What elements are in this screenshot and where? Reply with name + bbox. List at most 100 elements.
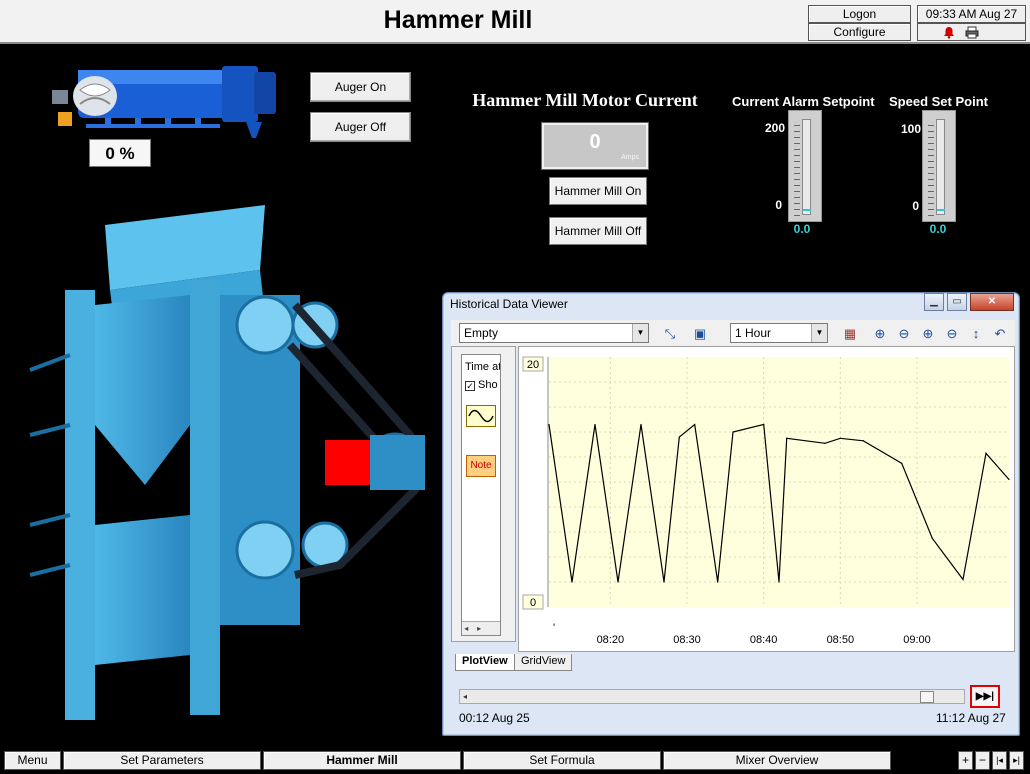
logon-button[interactable]: Logon (808, 5, 911, 23)
motor-current-unit: Amps (621, 154, 639, 161)
data-point (571, 581, 573, 583)
bottom-nav: Menu Set Parameters Hammer Mill Set Form… (0, 745, 1030, 774)
gauge-tick (794, 173, 800, 174)
close-button[interactable]: ✕ (970, 293, 1014, 311)
auger-off-button[interactable]: Auger Off (310, 112, 411, 142)
zoom-in-vertical-icon[interactable]: ⊕ (919, 325, 937, 343)
show-checkbox[interactable]: ✓ (465, 381, 475, 391)
motor-current-value: 0 (589, 131, 601, 153)
pen-properties-icon[interactable]: ⤡ (661, 325, 679, 343)
time-scrollbar[interactable]: ◂ (459, 689, 965, 704)
gauge-tick (928, 173, 934, 174)
configure-button[interactable]: Configure (808, 23, 911, 41)
y-tick-label: 0 (530, 597, 536, 609)
slider-track (936, 119, 945, 215)
time-at-label: Time at (465, 361, 501, 373)
gauge-tick (794, 179, 800, 180)
speed-setpoint-slider[interactable] (922, 110, 956, 222)
data-point (594, 423, 596, 426)
nav-set-parameters-button[interactable]: Set Parameters (63, 751, 261, 770)
gauge-tick (928, 197, 934, 198)
trend-chart[interactable]: 08:20 08:30 08:40 08:50 09:00 20 0 ' (519, 347, 1014, 651)
printer-icon[interactable] (965, 26, 979, 39)
nav-set-formula-button[interactable]: Set Formula (463, 751, 661, 770)
hammer-mill-off-button[interactable]: Hammer Mill Off (549, 217, 647, 245)
data-point (678, 436, 680, 438)
gauge-tick (794, 137, 800, 138)
nav-mixer-overview-button[interactable]: Mixer Overview (663, 751, 891, 770)
pen-list-scrollbar[interactable]: ◂ ▸ (462, 621, 500, 635)
nav-prev-button[interactable]: |◂ (992, 751, 1007, 770)
trend-icon[interactable] (466, 405, 496, 427)
nav-hammer-mill-button[interactable]: Hammer Mill (263, 751, 461, 770)
range-start: 00:12 Aug 25 (459, 711, 530, 725)
undo-icon[interactable]: ↶ (991, 325, 1009, 343)
zoom-in-icon[interactable]: ⊕ (871, 325, 889, 343)
nav-plus-button[interactable]: + (958, 751, 973, 770)
scroll-left-icon[interactable]: ◂ (463, 690, 467, 703)
nav-next-button[interactable]: ▸| (1009, 751, 1024, 770)
data-point (717, 581, 719, 583)
data-point (839, 437, 841, 439)
x-tick-label: 08:50 (827, 634, 855, 646)
tab-plotview[interactable]: PlotView (455, 654, 515, 671)
save-icon[interactable]: ▣ (691, 325, 709, 343)
auger-on-button[interactable]: Auger On (310, 72, 411, 102)
zoom-out-icon[interactable]: ⊖ (895, 325, 913, 343)
gauge-tick (794, 185, 800, 186)
data-point (962, 578, 964, 581)
gauge-tick (794, 131, 800, 132)
show-checkbox-row[interactable]: ✓ Sho (465, 379, 498, 391)
gauge-tick (928, 155, 934, 156)
gauge-tick (794, 155, 800, 156)
slider-level (803, 209, 811, 211)
scroll-thumb[interactable] (920, 691, 934, 703)
gauge-tick (794, 215, 800, 216)
gauge-tick (928, 161, 934, 162)
gauge-tick (794, 191, 800, 192)
data-point (985, 452, 987, 454)
pen-list: Time at ✓ Sho Note ◂ ▸ (461, 354, 501, 636)
go-to-end-button[interactable]: ▶▶| (970, 685, 1000, 708)
data-point (640, 423, 642, 426)
viewer-toolbar: Empty ▼ ⤡ ▣ 1 Hour ▼ ▦ ⊕ ⊖ ⊕ ⊖ ↕ ↶ (451, 320, 1015, 346)
speed-setpoint-value: 0.0 (929, 222, 947, 236)
gauge-tick (794, 203, 800, 204)
pen-select[interactable]: Empty ▼ (459, 323, 649, 343)
gauge-tick (928, 149, 934, 150)
plot-view[interactable]: 08:20 08:30 08:40 08:50 09:00 20 0 ' (518, 346, 1015, 652)
gauge-tick (794, 125, 800, 126)
tab-gridview[interactable]: GridView (514, 654, 573, 671)
alarm-setpoint-slider[interactable] (788, 110, 822, 222)
zoom-out-vertical-icon[interactable]: ⊖ (943, 325, 961, 343)
data-point (931, 537, 933, 539)
speed-setpoint-min: 0 (912, 199, 919, 213)
hammer-mill-on-button[interactable]: Hammer Mill On (549, 177, 647, 205)
gauge-tick (928, 185, 934, 186)
motor-current-title: Hammer Mill Motor Current (472, 90, 698, 110)
maximize-button[interactable]: ▭ (947, 293, 967, 311)
minimize-button[interactable]: ▁ (924, 293, 944, 311)
gauge-tick (928, 191, 934, 192)
chevron-down-icon: ▼ (632, 324, 648, 342)
gauge-tick (928, 131, 934, 132)
pen-select-value: Empty (464, 326, 499, 340)
bell-icon[interactable] (943, 26, 955, 39)
grid-icon[interactable]: ▦ (841, 325, 859, 343)
header-bar: Hammer Mill Logon Configure 09:33 AM Aug… (0, 0, 1030, 44)
gauge-tick (928, 179, 934, 180)
nav-menu-button[interactable]: Menu (4, 751, 61, 770)
gauge-tick (928, 215, 934, 216)
data-point (862, 440, 864, 442)
nav-minus-button[interactable]: − (975, 751, 990, 770)
gauge-tick (794, 149, 800, 150)
note-icon[interactable]: Note (466, 455, 496, 477)
gauge-tick (794, 143, 800, 144)
duration-select[interactable]: 1 Hour ▼ (730, 323, 828, 343)
x-tick-label: 08:20 (597, 634, 625, 646)
pen-list-panel: Time at ✓ Sho Note ◂ ▸ (451, 346, 516, 642)
vertical-pan-icon[interactable]: ↕ (967, 325, 985, 343)
x-tick-minor: ' (553, 622, 555, 634)
motor-current-display: 0 Amps (541, 122, 649, 170)
historical-data-viewer-window: Historical Data Viewer ▁ ▭ ✕ Empty ▼ ⤡ ▣… (442, 292, 1020, 736)
